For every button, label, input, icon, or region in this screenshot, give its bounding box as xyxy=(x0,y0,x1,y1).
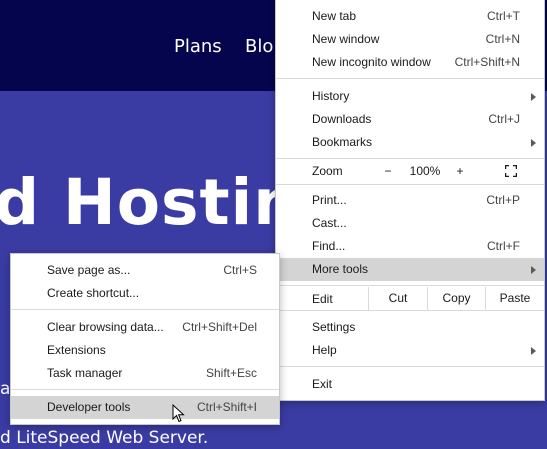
menu-item-downloads[interactable]: Downloads Ctrl+J xyxy=(276,108,544,131)
cut-button[interactable]: Cut xyxy=(368,287,427,310)
menu-item-label: Cast... xyxy=(312,216,347,230)
hero-title: d Hostin xyxy=(0,166,300,239)
menu-item-shortcut: Ctrl+P xyxy=(486,193,520,207)
browser-main-menu: New tab Ctrl+T New window Ctrl+N New inc… xyxy=(275,0,545,401)
menu-item-shortcut: Ctrl+N xyxy=(485,32,520,46)
menu-item-new-incognito-window[interactable]: New incognito window Ctrl+Shift+N xyxy=(276,51,544,74)
zoom-in-button[interactable]: + xyxy=(455,164,465,178)
menu-item-label: Clear browsing data... xyxy=(47,320,164,334)
menu-item-label: Downloads xyxy=(312,112,372,126)
zoom-row: Zoom − 100% + xyxy=(276,160,544,183)
submenu-item-clear-browsing-data[interactable]: Clear browsing data... Ctrl+Shift+Del xyxy=(11,316,279,339)
menu-item-shortcut: Ctrl+Shift+N xyxy=(454,55,520,69)
menu-item-label: Exit xyxy=(312,377,333,391)
submenu-item-extensions[interactable]: Extensions xyxy=(11,339,279,362)
zoom-level-value: 100% xyxy=(409,164,441,178)
menu-item-label: Save page as... xyxy=(47,263,131,277)
menu-item-shortcut: Ctrl+T xyxy=(487,9,520,23)
menu-item-label: Settings xyxy=(312,320,356,334)
menu-item-label: More tools xyxy=(312,262,369,276)
submenu-arrow-icon xyxy=(531,266,536,274)
edit-row: Edit Cut Copy Paste xyxy=(276,287,544,311)
menu-separator xyxy=(276,184,544,185)
menu-item-label: Extensions xyxy=(47,343,106,357)
menu-item-shortcut: Shift+Esc xyxy=(205,366,257,380)
menu-item-shortcut: Ctrl+S xyxy=(223,263,257,277)
menu-item-print[interactable]: Print... Ctrl+P xyxy=(276,189,544,212)
menu-separator xyxy=(276,310,544,311)
zoom-out-button[interactable]: − xyxy=(383,164,393,178)
hero-text-fragment: a xyxy=(0,379,11,399)
nav-link-plans[interactable]: Plans xyxy=(174,36,222,57)
menu-item-label: New tab xyxy=(312,9,357,23)
submenu-item-task-manager[interactable]: Task manager Shift+Esc xyxy=(11,362,279,385)
menu-item-history[interactable]: History xyxy=(276,85,544,108)
menu-separator xyxy=(276,366,544,367)
zoom-label: Zoom xyxy=(312,164,343,178)
menu-item-new-tab[interactable]: New tab Ctrl+T xyxy=(276,5,544,28)
menu-item-cast[interactable]: Cast... xyxy=(276,212,544,235)
menu-item-shortcut: Ctrl+F xyxy=(487,239,520,253)
menu-item-label: Print... xyxy=(312,193,347,207)
more-tools-submenu: Save page as... Ctrl+S Create shortcut..… xyxy=(10,253,280,425)
submenu-arrow-icon xyxy=(531,347,536,355)
menu-item-shortcut: Ctrl+J xyxy=(488,112,520,126)
menu-item-new-window[interactable]: New window Ctrl+N xyxy=(276,28,544,51)
menu-separator xyxy=(276,285,544,286)
menu-item-label: Find... xyxy=(312,239,346,253)
menu-item-more-tools[interactable]: More tools xyxy=(276,258,544,281)
fullscreen-icon[interactable] xyxy=(505,165,517,177)
menu-item-label: Create shortcut... xyxy=(47,286,140,300)
menu-item-help[interactable]: Help xyxy=(276,339,544,362)
menu-separator xyxy=(11,309,279,310)
hero-subtitle: d LiteSpeed Web Server. xyxy=(0,428,209,448)
menu-item-label: New window xyxy=(312,32,380,46)
submenu-arrow-icon xyxy=(531,139,536,147)
menu-separator xyxy=(11,389,279,390)
menu-item-label: Help xyxy=(312,343,337,357)
menu-item-label: Developer tools xyxy=(47,400,131,414)
submenu-arrow-icon xyxy=(531,93,536,101)
submenu-item-create-shortcut[interactable]: Create shortcut... xyxy=(11,282,279,305)
menu-item-exit[interactable]: Exit xyxy=(276,373,544,396)
menu-separator xyxy=(276,78,544,79)
menu-item-label: History xyxy=(312,89,350,103)
copy-button[interactable]: Copy xyxy=(427,287,485,310)
menu-item-shortcut: Ctrl+Shift+I xyxy=(196,400,257,414)
menu-item-label: Task manager xyxy=(47,366,123,380)
mouse-cursor-icon xyxy=(172,404,185,423)
menu-item-label: New incognito window xyxy=(312,55,431,69)
nav-link-blog[interactable]: Blo xyxy=(245,36,273,57)
menu-item-shortcut: Ctrl+Shift+Del xyxy=(182,320,257,334)
menu-separator xyxy=(276,158,544,159)
menu-item-find[interactable]: Find... Ctrl+F xyxy=(276,235,544,258)
edit-label: Edit xyxy=(312,292,333,306)
submenu-item-save-page-as[interactable]: Save page as... Ctrl+S xyxy=(11,259,279,282)
menu-item-bookmarks[interactable]: Bookmarks xyxy=(276,131,544,154)
submenu-item-developer-tools[interactable]: Developer tools Ctrl+Shift+I xyxy=(11,396,279,419)
menu-item-label: Bookmarks xyxy=(312,135,373,149)
paste-button[interactable]: Paste xyxy=(485,287,544,310)
menu-item-settings[interactable]: Settings xyxy=(276,316,544,339)
